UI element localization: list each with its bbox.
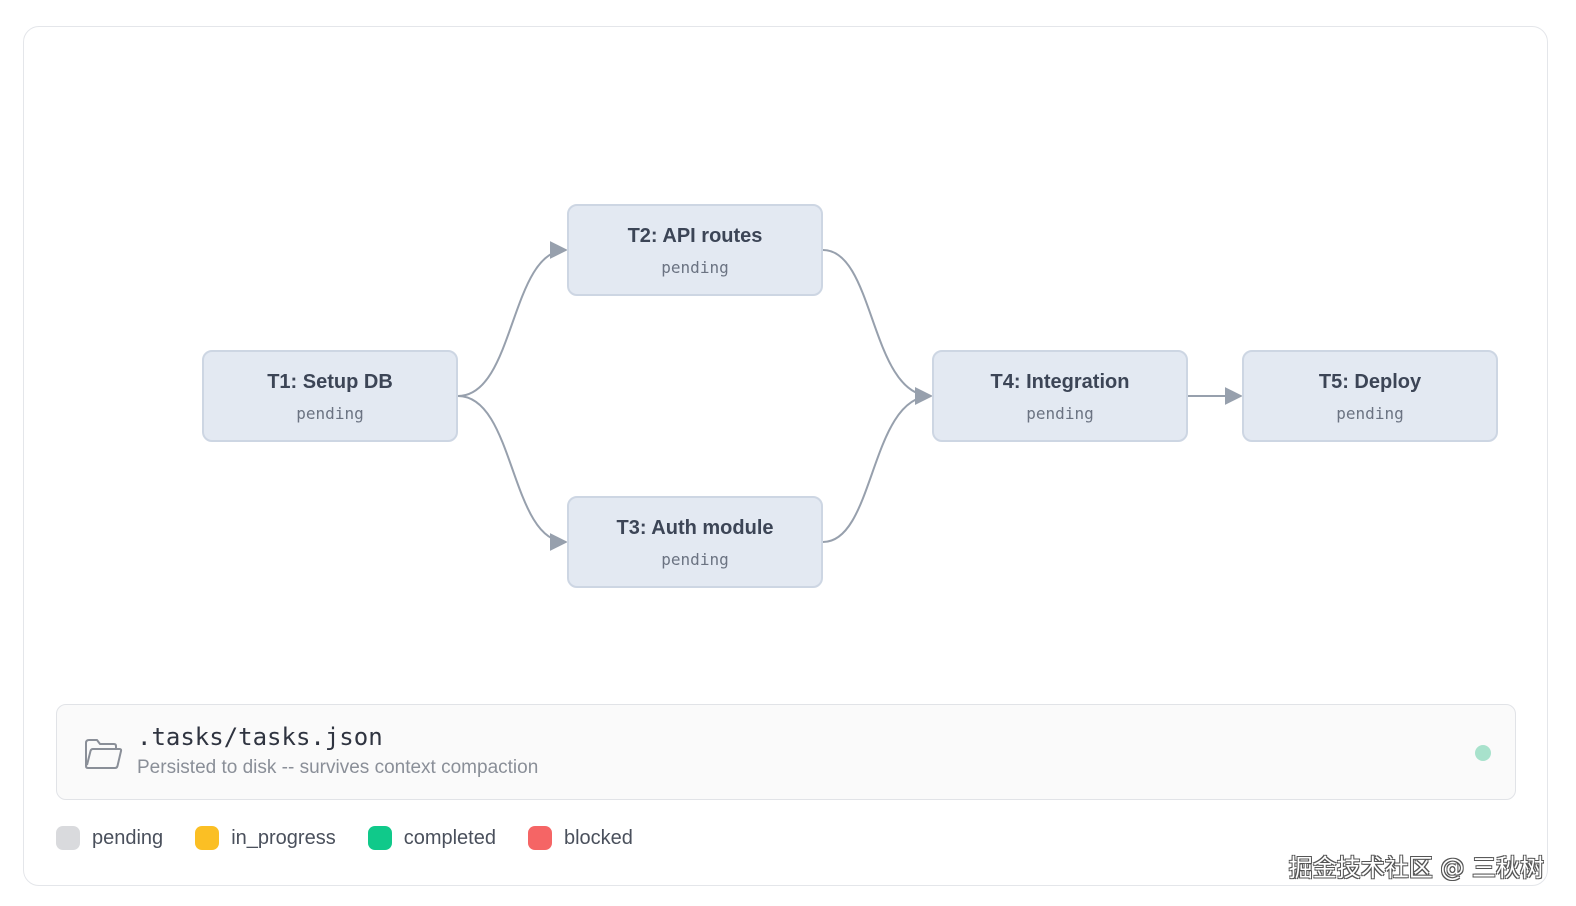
task-title: T2: API routes	[627, 225, 763, 247]
storage-path: .tasks/tasks.json	[137, 723, 383, 751]
task-node-t5[interactable]: T5: Deploy pending	[1242, 350, 1498, 442]
legend-label: pending	[92, 826, 164, 849]
task-status: pending	[1336, 404, 1404, 423]
storage-description: Persisted to disk -- survives context co…	[137, 757, 539, 778]
folder-open-icon	[85, 739, 123, 769]
task-title: T3: Auth module	[616, 517, 774, 539]
task-node-t1[interactable]: T1: Setup DB pending	[202, 350, 458, 442]
task-node-t4[interactable]: T4: Integration pending	[932, 350, 1188, 442]
legend-label: in_progress	[231, 826, 336, 849]
task-status: pending	[296, 404, 364, 423]
task-node-t3[interactable]: T3: Auth module pending	[567, 496, 823, 588]
watermark: 掘金技术社区 @ 三秋树	[1288, 854, 1544, 882]
legend-swatch	[56, 826, 80, 850]
task-status: pending	[661, 550, 729, 569]
legend-item-pending: pending	[56, 826, 163, 850]
task-title: T1: Setup DB	[267, 371, 393, 393]
legend-swatch	[195, 826, 220, 850]
status-legend: pending in_progress completed blocked	[56, 826, 665, 850]
storage-status-dot	[1475, 745, 1491, 761]
task-title: T4: Integration	[990, 371, 1130, 393]
legend-swatch	[367, 826, 392, 850]
task-title: T5: Deploy	[1318, 371, 1422, 393]
legend-label: completed	[403, 826, 496, 849]
legend-swatch	[527, 826, 552, 850]
legend-item-completed: completed	[367, 826, 496, 850]
legend-item-in-progress: in_progress	[195, 826, 336, 850]
legend-label: blocked	[563, 826, 633, 849]
storage-panel: .tasks/tasks.json Persisted to disk -- s…	[56, 704, 1516, 800]
task-status: pending	[1026, 404, 1094, 423]
legend-item-blocked: blocked	[527, 826, 633, 850]
task-node-t2[interactable]: T2: API routes pending	[567, 204, 823, 296]
task-status: pending	[661, 258, 729, 277]
